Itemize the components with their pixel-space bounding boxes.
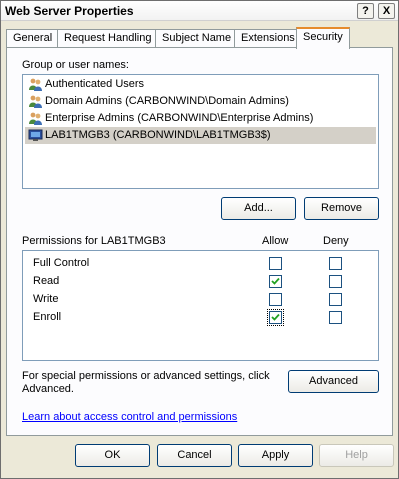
check-mark-icon [271,313,280,321]
permissions-list[interactable]: Full Control Read Write Enroll [22,250,379,361]
dialog-window: Web Server Properties ? X General Reques… [0,0,399,479]
enroll-allow-checkbox[interactable] [269,311,282,324]
list-item-selected[interactable]: LAB1TMGB3 (CARBONWIND\LAB1TMGB3$) [25,127,376,144]
list-item[interactable]: Domain Admins (CARBONWIND\Domain Admins) [25,93,376,110]
user-group-icon [29,95,42,108]
group-name: Enterprise Admins (CARBONWIND\Enterprise… [45,112,314,124]
advanced-hint-text: For special permissions or advanced sett… [22,370,270,395]
tab-security[interactable]: Security [296,27,350,49]
tab-request-handling[interactable]: Request Handling [57,29,159,48]
close-title-button[interactable]: X [378,3,395,19]
user-group-icon [29,112,42,125]
cancel-button[interactable]: Cancel [157,444,232,467]
permission-name: Full Control [33,257,90,269]
apply-button[interactable]: Apply [238,444,313,467]
tab-extensions[interactable]: Extensions [234,29,302,48]
title-bar[interactable]: Web Server Properties ? X [1,1,398,21]
add-button[interactable]: Add... [221,197,296,220]
help-title-button[interactable]: ? [357,3,374,19]
permission-name: Enroll [33,311,62,323]
security-panel: Group or user names: Authenticated Users… [6,47,393,436]
permission-name: Read [33,275,60,287]
permission-name: Write [33,293,59,305]
list-item[interactable]: Authenticated Users [25,76,376,93]
allow-header: Allow [262,235,289,247]
group-list[interactable]: Authenticated Users Domain Admins (CARBO… [22,74,379,189]
help-button[interactable]: Help [319,444,394,467]
enroll-deny-checkbox[interactable] [329,311,342,324]
computer-icon [28,129,43,141]
tab-general[interactable]: General [6,29,60,48]
advanced-button[interactable]: Advanced [288,370,379,393]
learn-more-link[interactable]: Learn about access control and permissio… [22,411,237,423]
group-name: Authenticated Users [45,78,145,90]
window-title: Web Server Properties [5,4,134,18]
group-name: LAB1TMGB3 (CARBONWIND\LAB1TMGB3$) [45,129,271,141]
group-name: Domain Admins (CARBONWIND\Domain Admins) [45,95,289,107]
deny-header: Deny [323,235,349,247]
user-group-icon [29,78,42,91]
tab-subject-name[interactable]: Subject Name [155,29,239,48]
list-item[interactable]: Enterprise Admins (CARBONWIND\Enterprise… [25,110,376,127]
ok-button[interactable]: OK [75,444,150,467]
write-deny-checkbox[interactable] [329,293,342,306]
write-allow-checkbox[interactable] [269,293,282,306]
permissions-label: Permissions for LAB1TMGB3 [22,235,166,247]
check-mark-icon [271,277,280,285]
full-control-deny-checkbox[interactable] [329,257,342,270]
read-allow-checkbox[interactable] [269,275,282,288]
read-deny-checkbox[interactable] [329,275,342,288]
remove-button[interactable]: Remove [304,197,379,220]
full-control-allow-checkbox[interactable] [269,257,282,270]
group-names-label: Group or user names: [22,59,129,71]
